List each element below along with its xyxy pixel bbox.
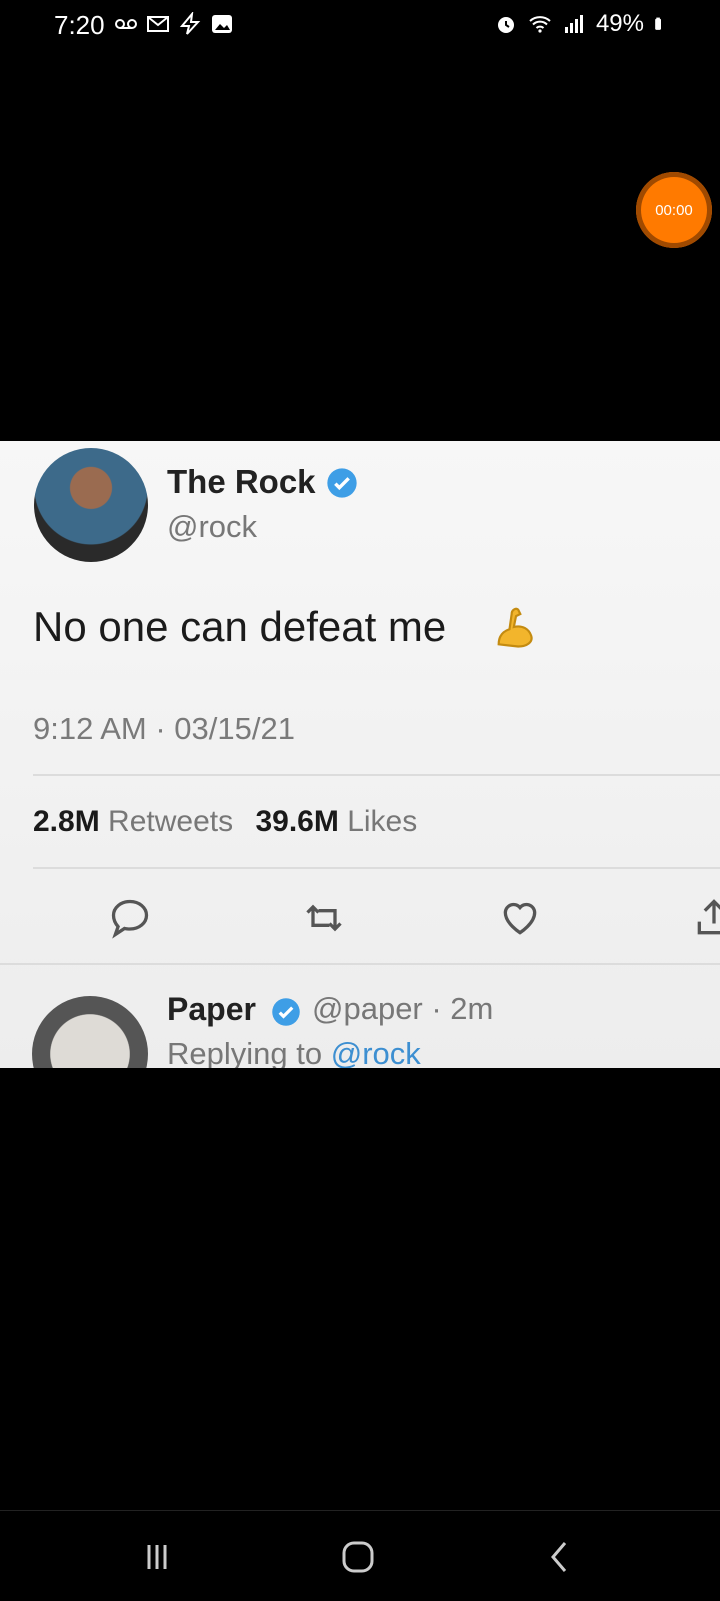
voicemail-icon [115,19,137,29]
signal-icon [564,15,583,33]
reply-icon [111,899,149,939]
wifi-icon [529,16,551,33]
verified-badge-icon [272,998,300,1026]
divider [0,963,720,965]
replying-handle: @rock [330,1036,421,1068]
share-icon [697,899,720,935]
reply-avatar [32,996,148,1068]
likes-count: 39.6M [255,805,339,838]
navigation-bar [0,1510,720,1601]
retweet-icon [306,904,342,932]
likes-label: Likes [347,805,418,838]
recent-apps-icon[interactable] [133,1533,181,1581]
alarm-icon [497,17,514,33]
user-handle: @rock [167,509,258,544]
bolt-icon [179,12,201,35]
recording-timer[interactable]: 00:00 [636,172,712,248]
status-time: 7:20 [54,10,105,40]
home-icon[interactable] [334,1533,382,1581]
replying-to: Replying to @rock [167,1036,421,1068]
display-name: The Rock [167,463,316,500]
heart-icon [503,902,537,935]
notification-icons [114,12,234,36]
retweets-count: 2.8M [33,805,100,838]
gallery-icon [212,15,232,33]
status-indicators: 49% [494,10,668,38]
reply-display-name: Paper [167,991,256,1027]
tweet-timestamp: 9:12 AM · 03/15/21 [33,711,295,746]
back-icon[interactable] [537,1533,585,1581]
video-frame[interactable]: The Rock @rock No one can defeat me 9:12… [0,441,720,1068]
avatar [34,448,148,562]
tweet-text: No one can defeat me [33,603,447,650]
tweet-stats: 2.8M Retweets 39.6M Likes [33,805,431,839]
reply-handle-time: @paper · 2m [312,991,494,1026]
battery-icon [655,17,661,30]
battery-percent: 49% [595,10,644,37]
status-bar: 7:20 49% [0,0,720,56]
verified-badge-icon [327,468,357,498]
flexed-biceps-icon [497,607,533,648]
divider [33,867,720,869]
retweets-label: Retweets [108,805,234,838]
replying-prefix: Replying to [167,1036,323,1068]
divider [33,774,720,776]
gmail-icon [147,16,169,32]
